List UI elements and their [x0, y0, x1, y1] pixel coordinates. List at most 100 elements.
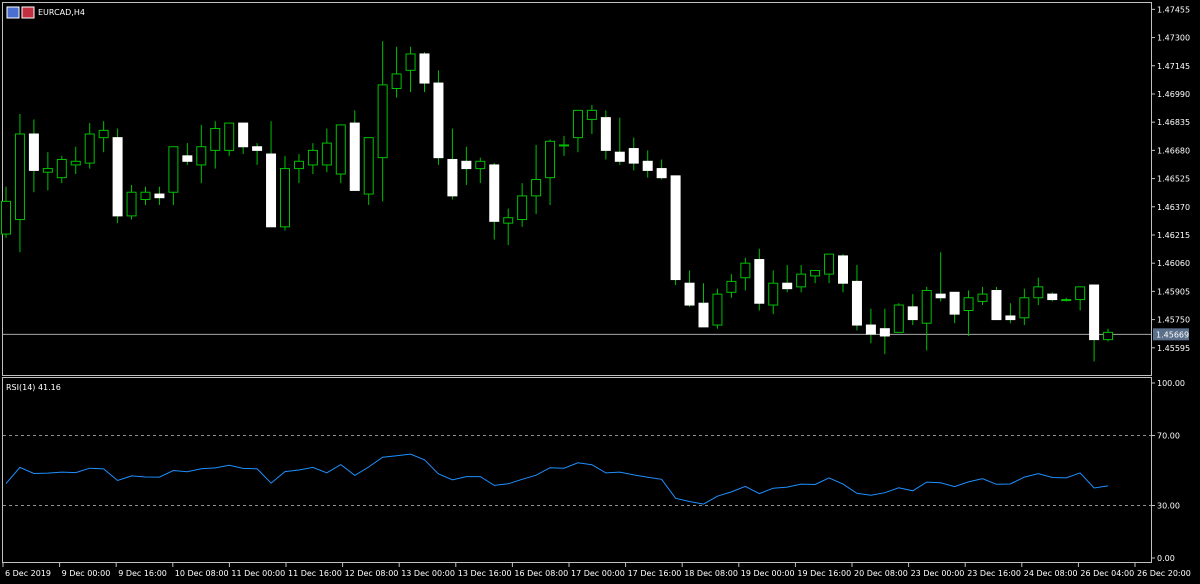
- candle: [377, 41, 388, 202]
- time-tick-label: 9 Dec 00:00: [62, 569, 111, 578]
- time-tick-label: 12 Dec 08:00: [345, 569, 399, 578]
- candle: [321, 128, 332, 173]
- candle: [210, 121, 221, 169]
- symbol-icons: [6, 6, 35, 19]
- candle-body-bull: [768, 282, 779, 306]
- time-tick-label: 11 Dec 00:00: [231, 569, 285, 578]
- candle-body-bear: [419, 53, 430, 84]
- candle-body-bull: [363, 137, 374, 195]
- candle: [405, 46, 416, 93]
- price-tick-label: 1.46525: [1157, 175, 1190, 184]
- candle: [670, 175, 681, 286]
- candle: [1005, 303, 1016, 324]
- candle: [1033, 277, 1044, 306]
- candle-body-bull: [545, 140, 556, 179]
- chart-window-icon: [6, 6, 20, 19]
- candle: [238, 122, 249, 155]
- price-tick-label: 1.46835: [1157, 118, 1190, 127]
- candle: [168, 146, 179, 205]
- candle: [907, 294, 918, 326]
- candle-body-bear: [935, 293, 946, 299]
- time-tick-label: 17 Dec 00:00: [571, 569, 625, 578]
- candle: [768, 270, 779, 315]
- candle-body-bear: [112, 137, 123, 217]
- candle: [14, 113, 25, 253]
- candle: [42, 152, 53, 191]
- candle-body-bull: [712, 293, 723, 326]
- candle: [1061, 297, 1072, 302]
- time-tick-label: 26 Dec 04:00: [1080, 569, 1134, 578]
- rsi-label: RSI(14) 41.16: [6, 383, 61, 392]
- candle: [1089, 284, 1100, 362]
- price-tick-label: 1.46680: [1157, 146, 1190, 155]
- candle-body-bull: [921, 289, 932, 324]
- candle: [363, 137, 374, 205]
- candle: [698, 283, 709, 328]
- candle: [684, 270, 695, 307]
- candle: [84, 123, 95, 169]
- rsi-panel-frame: [2, 377, 1152, 563]
- candle-body-bull: [796, 273, 807, 288]
- symbol-timeframe-label: EURCAD,H4: [38, 8, 85, 17]
- candle-body-bear: [489, 164, 500, 222]
- price-tick-label: 1.46215: [1157, 231, 1190, 240]
- candle: [949, 291, 960, 324]
- candle: [126, 184, 137, 220]
- time-tick-label: 16 Dec 08:00: [514, 569, 568, 578]
- rsi-line: [5, 453, 1109, 505]
- candle-body-bear: [600, 117, 611, 151]
- candle: [447, 128, 458, 200]
- candle-body-bull: [824, 253, 835, 275]
- candle: [642, 150, 653, 178]
- candle-body-bull: [335, 124, 346, 175]
- candle: [600, 110, 611, 160]
- candle: [754, 248, 765, 311]
- candle: [433, 70, 444, 165]
- candle: [280, 155, 290, 231]
- candle-body-bear: [754, 259, 765, 304]
- price-tick-label: 1.47455: [1157, 5, 1190, 14]
- candle-body-bull: [572, 109, 583, 139]
- candle-body-bear: [28, 133, 39, 171]
- candle: [921, 286, 932, 351]
- candle: [335, 124, 346, 184]
- candle: [991, 286, 1002, 321]
- candle-body-bull: [42, 168, 53, 173]
- candle-body-bear: [838, 255, 848, 284]
- candle: [838, 254, 848, 293]
- candle-body-bull: [126, 191, 137, 217]
- price-tick-label: 1.46990: [1157, 90, 1190, 99]
- candle: [782, 265, 793, 293]
- candle-body-bear: [879, 328, 890, 337]
- time-tick-label: 6 Dec 2019: [5, 569, 51, 578]
- candle: [740, 257, 751, 291]
- candle: [824, 253, 835, 284]
- candle: [266, 121, 277, 228]
- candle-body-bull: [726, 280, 737, 293]
- candle-body-bull: [1103, 331, 1114, 341]
- candle: [977, 286, 988, 306]
- time-tick-label: 19 Dec 00:00: [741, 569, 795, 578]
- candle-body-bear: [782, 282, 793, 290]
- candle-body-bear: [949, 291, 960, 315]
- candle: [154, 186, 165, 205]
- candle-body-bull: [810, 269, 821, 277]
- time-tick-label: 11 Dec 16:00: [288, 569, 342, 578]
- candle: [503, 208, 514, 245]
- candle-body-bull: [531, 178, 542, 197]
- rsi-tick-label: 100.00: [1157, 379, 1185, 388]
- candle: [1075, 286, 1086, 311]
- time-tick-label: 26 Dec 20:00: [1137, 569, 1191, 578]
- candle: [70, 146, 81, 175]
- candle: [293, 154, 304, 184]
- candle-body-bull: [84, 133, 95, 164]
- candle-body-bear: [991, 289, 1002, 321]
- candle-body-bear: [182, 155, 193, 162]
- candle: [391, 46, 402, 98]
- candle-body-bull: [224, 122, 235, 151]
- candle-body-bear: [1047, 293, 1058, 301]
- time-tick-label: 18 Dec 08:00: [684, 569, 738, 578]
- candle: [112, 128, 123, 224]
- candle: [879, 308, 890, 355]
- candle-body-bull: [56, 158, 67, 179]
